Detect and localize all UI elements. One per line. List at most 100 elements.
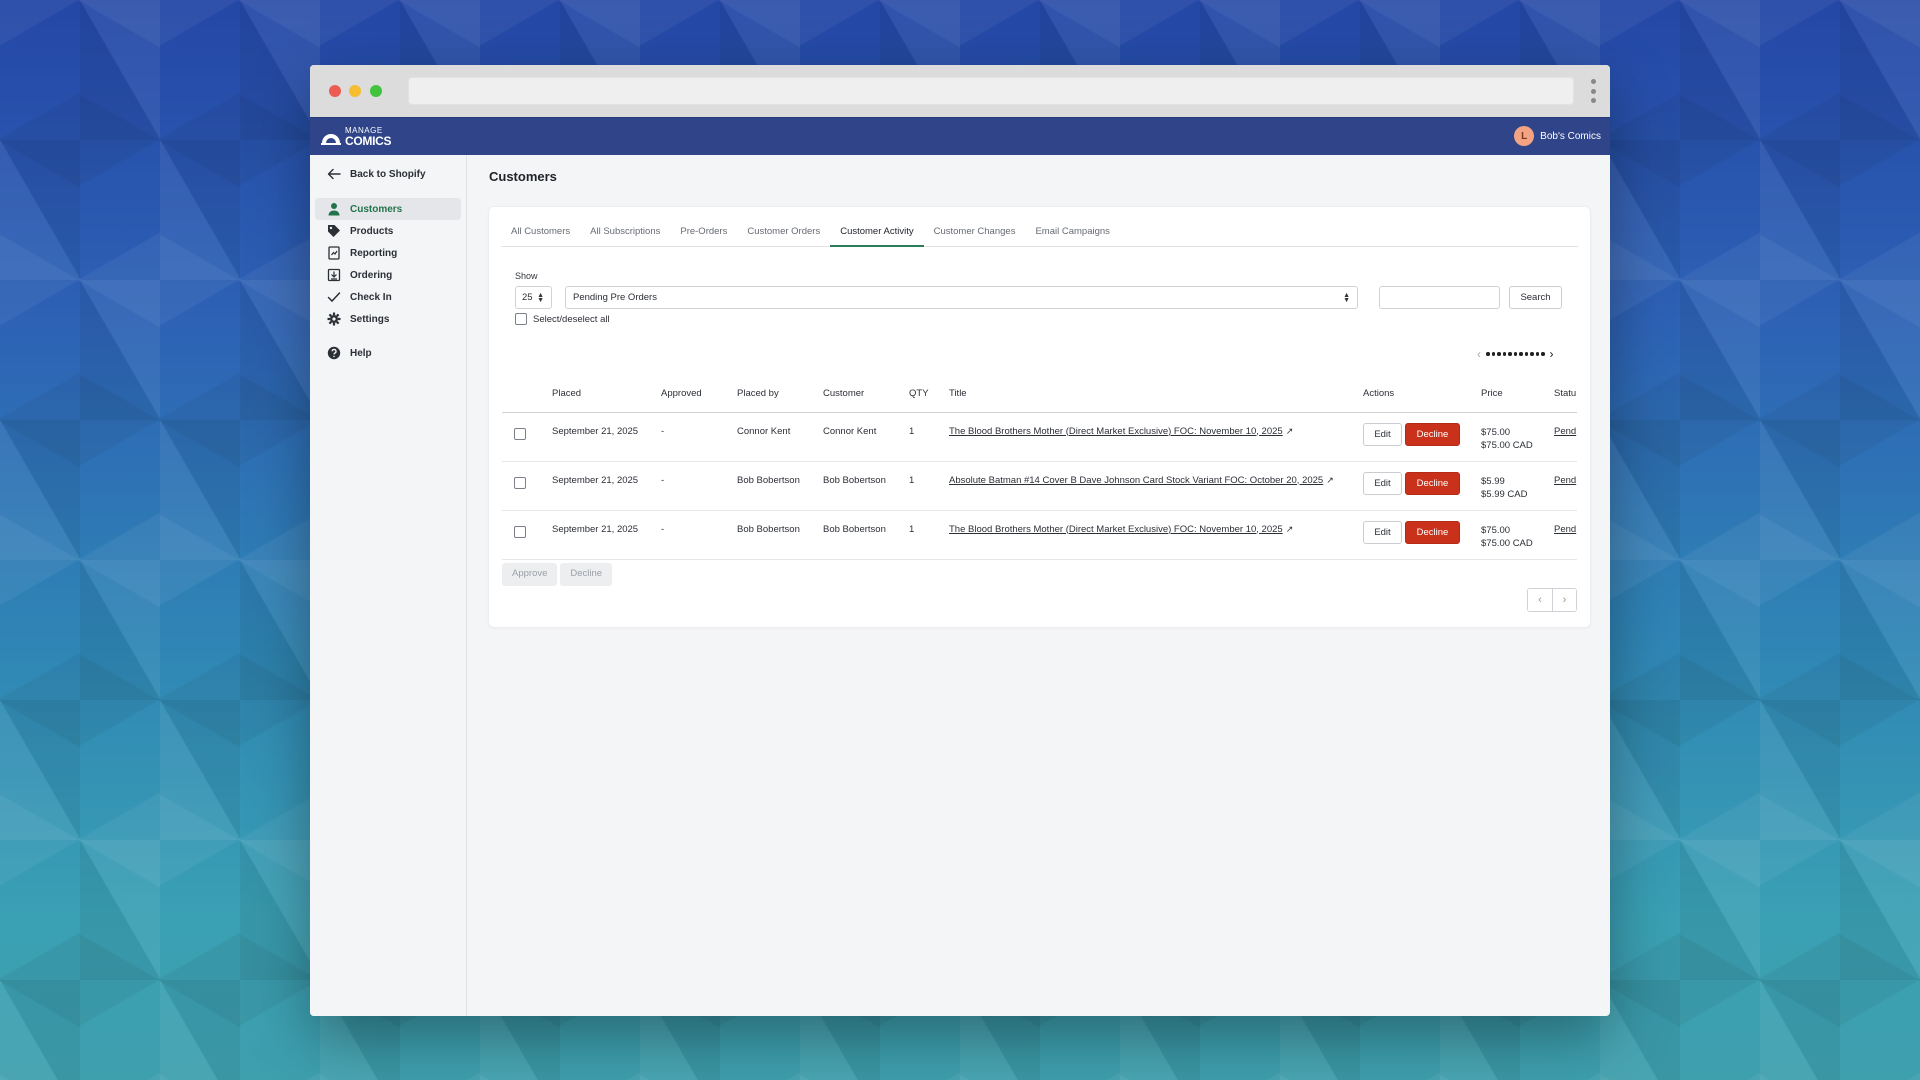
product-title-link[interactable]: Absolute Batman #14 Cover B Dave Johnson… xyxy=(949,475,1323,486)
previous-page-button[interactable]: ‹ xyxy=(1528,589,1552,611)
approved-value: - xyxy=(661,510,737,560)
tab-all-customers[interactable]: All Customers xyxy=(501,225,580,247)
browser-chrome xyxy=(310,65,1610,117)
bulk-actions: Approve Decline xyxy=(502,563,613,586)
status-link[interactable]: Pend xyxy=(1554,426,1576,437)
page-size-select[interactable]: 25 ▲ ▼ xyxy=(515,286,552,309)
report-icon xyxy=(328,246,340,260)
minimize-window-button[interactable] xyxy=(349,85,361,97)
search-button[interactable]: Search xyxy=(1509,286,1562,309)
edit-button[interactable]: Edit xyxy=(1363,471,1402,495)
browser-window: MANAGE COMICS L Bob's Comics Back to Sho… xyxy=(310,65,1610,1016)
user-menu[interactable]: L Bob's Comics xyxy=(1514,126,1601,146)
tab-pre-orders[interactable]: Pre-Orders xyxy=(670,225,737,247)
column-header-placed[interactable]: Placed xyxy=(552,379,661,413)
show-label: Show xyxy=(515,271,538,281)
activity-table: Placed Approved Placed by Customer QTY T… xyxy=(502,379,1577,560)
approve-selected-button[interactable]: Approve xyxy=(502,563,558,586)
placed-date: September 21, 2025 xyxy=(552,461,661,511)
price: $75.00 xyxy=(1481,524,1511,536)
select-arrows-icon: ▲ ▼ xyxy=(1343,292,1350,304)
maximize-window-button[interactable] xyxy=(370,85,382,97)
column-header-customer[interactable]: Customer xyxy=(823,379,909,413)
select-all-checkbox[interactable]: Select/deselect all xyxy=(515,313,610,325)
tab-email-campaigns[interactable]: Email Campaigns xyxy=(1025,225,1119,247)
placed-date: September 21, 2025 xyxy=(552,412,661,462)
sidebar-item-label: Reporting xyxy=(350,247,398,259)
person-icon xyxy=(328,203,340,216)
column-header-placed-by[interactable]: Placed by xyxy=(737,379,823,413)
column-header-title[interactable]: Title xyxy=(949,379,1363,413)
decline-selected-button[interactable]: Decline xyxy=(560,563,613,586)
next-page-button[interactable]: › xyxy=(1552,589,1576,611)
sidebar-item-label: Check In xyxy=(350,291,392,303)
back-to-shopify-link[interactable]: Back to Shopify xyxy=(315,163,461,185)
sidebar-item-products[interactable]: Products xyxy=(315,220,461,242)
search-input[interactable] xyxy=(1379,286,1500,309)
row-checkbox[interactable] xyxy=(514,427,526,440)
checkmark-icon xyxy=(327,292,341,303)
price: $75.00 xyxy=(1481,426,1511,438)
address-bar[interactable] xyxy=(408,77,1574,105)
quantity: 1 xyxy=(909,461,949,511)
decline-button[interactable]: Decline xyxy=(1405,471,1460,495)
placed-by: Connor Kent xyxy=(737,412,823,462)
product-title-link[interactable]: The Blood Brothers Mother (Direct Market… xyxy=(949,524,1283,535)
browser-menu-icon[interactable] xyxy=(1590,79,1596,103)
tab-all-subscriptions[interactable]: All Subscriptions xyxy=(580,225,670,247)
status-link[interactable]: Pend xyxy=(1554,524,1576,535)
page-size-value: 25 xyxy=(522,292,533,303)
column-header-price[interactable]: Price xyxy=(1481,379,1554,413)
sidebar-item-ordering[interactable]: Ordering xyxy=(315,264,461,286)
sidebar-item-label: Customers xyxy=(350,203,403,215)
row-checkbox[interactable] xyxy=(514,525,526,538)
decline-button[interactable]: Decline xyxy=(1405,520,1460,544)
placed-by: Bob Bobertson xyxy=(737,461,823,511)
back-label: Back to Shopify xyxy=(350,168,426,180)
external-link-icon[interactable]: ↗ xyxy=(1286,524,1294,534)
edit-button[interactable]: Edit xyxy=(1363,520,1402,544)
column-header-status[interactable]: Statu xyxy=(1554,379,1577,413)
price-cad: $75.00 CAD xyxy=(1481,537,1533,549)
column-header-qty[interactable]: QTY xyxy=(909,379,949,413)
quantity: 1 xyxy=(909,510,949,560)
status-link[interactable]: Pend xyxy=(1554,475,1576,486)
tag-icon xyxy=(328,225,340,237)
sidebar-item-customers[interactable]: Customers xyxy=(315,198,461,220)
checkbox[interactable] xyxy=(515,313,527,325)
arrow-left-icon xyxy=(327,168,341,180)
external-link-icon[interactable]: ↗ xyxy=(1326,475,1334,485)
tab-customer-activity[interactable]: Customer Activity xyxy=(830,225,924,247)
chevron-left-icon[interactable]: ‹ xyxy=(1477,347,1481,361)
top-pagination: ‹ › xyxy=(1477,347,1554,361)
row-checkbox[interactable] xyxy=(514,476,526,489)
tab-customer-orders[interactable]: Customer Orders xyxy=(737,225,830,247)
select-arrows-icon: ▲ ▼ xyxy=(537,292,544,304)
chevron-right-icon[interactable]: › xyxy=(1550,347,1554,361)
placed-by: Bob Bobertson xyxy=(737,510,823,560)
sidebar-item-settings[interactable]: Settings xyxy=(315,308,461,330)
close-window-button[interactable] xyxy=(329,85,341,97)
bottom-pagination: ‹ › xyxy=(1527,588,1577,612)
edit-button[interactable]: Edit xyxy=(1363,422,1402,446)
quantity: 1 xyxy=(909,412,949,462)
sidebar-item-reporting[interactable]: Reporting xyxy=(315,242,461,264)
decline-button[interactable]: Decline xyxy=(1405,422,1460,446)
placed-date: September 21, 2025 xyxy=(552,510,661,560)
sidebar-item-help[interactable]: Help xyxy=(315,342,461,364)
activity-filter-select[interactable]: Pending Pre Orders ▲ ▼ xyxy=(565,286,1358,309)
tab-customer-changes[interactable]: Customer Changes xyxy=(924,225,1026,247)
table-header-row: Placed Approved Placed by Customer QTY T… xyxy=(502,379,1577,413)
sidebar: Back to Shopify Customers Products Repor… xyxy=(310,155,467,1016)
select-all-label: Select/deselect all xyxy=(533,313,610,325)
main-content: Customers All Customers All Subscription… xyxy=(467,155,1610,1016)
column-header-approved[interactable]: Approved xyxy=(661,379,737,413)
external-link-icon[interactable]: ↗ xyxy=(1286,426,1294,436)
sidebar-item-label: Ordering xyxy=(350,269,393,281)
sidebar-item-check-in[interactable]: Check In xyxy=(315,286,461,308)
table-row: September 21, 2025 - Bob Bobertson Bob B… xyxy=(502,510,1577,560)
sidebar-item-label: Settings xyxy=(350,313,390,325)
product-title-link[interactable]: The Blood Brothers Mother (Direct Market… xyxy=(949,426,1283,437)
app-logo[interactable]: MANAGE COMICS xyxy=(320,127,392,147)
table-row: September 21, 2025 - Bob Bobertson Bob B… xyxy=(502,461,1577,511)
